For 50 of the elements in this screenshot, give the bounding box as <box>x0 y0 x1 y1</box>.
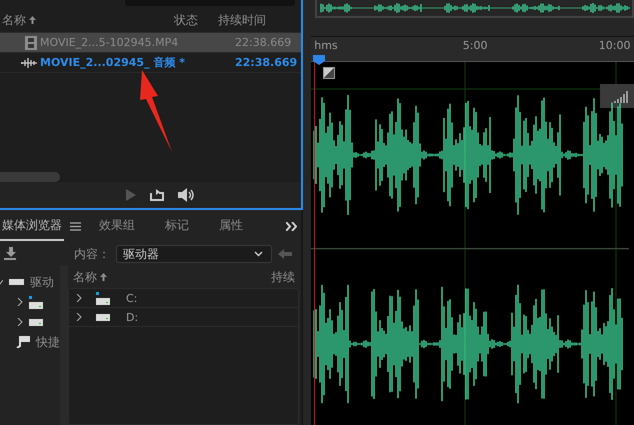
panel-tab[interactable]: 效果组 <box>87 211 147 241</box>
column-header[interactable]: 持续时间 <box>212 8 272 32</box>
waveform-icon <box>21 58 37 68</box>
shortcut-icon <box>16 336 30 348</box>
chevron-down-icon <box>254 251 263 257</box>
chevron-right-icon[interactable] <box>76 313 82 321</box>
overview-waveform-drawing[interactable] <box>320 3 630 13</box>
tree-item[interactable]: 快捷 <box>36 334 60 350</box>
ruler-label: 5:00 <box>462 39 488 52</box>
panel-tab[interactable]: 标记 <box>153 211 201 241</box>
column-header[interactable]: 名称 <box>68 268 268 286</box>
drive-item[interactable]: D: <box>126 310 138 324</box>
speaker-icon[interactable] <box>178 188 196 202</box>
column-header[interactable]: 持续 <box>268 268 301 286</box>
chevron-right-icon[interactable] <box>17 298 23 306</box>
loop-icon[interactable] <box>150 189 164 201</box>
hud-toggle-icon[interactable] <box>323 67 335 79</box>
file-name: MOVIE_2...02945_ 音频 * <box>40 55 186 70</box>
film-icon <box>25 36 37 50</box>
sort-arrow-icon <box>100 273 107 281</box>
file-name: MOVIE_2...5-102945.MP4 <box>40 36 180 49</box>
panel-tab[interactable]: 属性 <box>207 211 255 241</box>
level-meter-icon[interactable] <box>600 84 634 108</box>
content-dropdown[interactable]: 驱动器 <box>116 245 272 263</box>
column-header[interactable]: 名称 <box>0 8 168 32</box>
time-ruler[interactable]: hms 5:00 10:00 <box>311 36 634 62</box>
scrollbar-thumb[interactable] <box>0 172 60 182</box>
more-tabs-icon[interactable] <box>286 222 297 230</box>
content-label: 内容： <box>74 246 110 262</box>
file-duration: 22:38.669 <box>235 36 292 49</box>
ruler-label: hms <box>314 39 338 52</box>
system-drive-icon <box>96 292 110 304</box>
chevron-right-icon[interactable] <box>17 318 23 326</box>
column-header[interactable]: 状态 <box>168 8 212 32</box>
panel-tab[interactable]: 媒体浏览器 <box>0 211 64 241</box>
drive-icon[interactable] <box>29 318 43 326</box>
drive-icon <box>96 314 110 320</box>
chevron-right-icon[interactable] <box>76 294 82 302</box>
system-drive-icon[interactable] <box>29 296 43 308</box>
file-row[interactable]: MOVIE_2...02945_ 音频 * 22:38.669 <box>0 53 301 73</box>
file-duration: 22:38.669 <box>235 56 298 69</box>
playhead-handle[interactable] <box>313 55 325 65</box>
drive-item[interactable]: C: <box>126 292 138 304</box>
import-icon[interactable] <box>4 247 18 261</box>
file-row[interactable]: MOVIE_2...5-102945.MP4 22:38.669 <box>0 33 301 53</box>
ruler-label: 10:00 <box>598 39 630 52</box>
drive-icon <box>9 279 24 285</box>
menu-icon[interactable] <box>70 222 81 230</box>
tree-item[interactable]: 驱动 <box>30 274 54 290</box>
sort-arrow-icon <box>29 16 36 24</box>
